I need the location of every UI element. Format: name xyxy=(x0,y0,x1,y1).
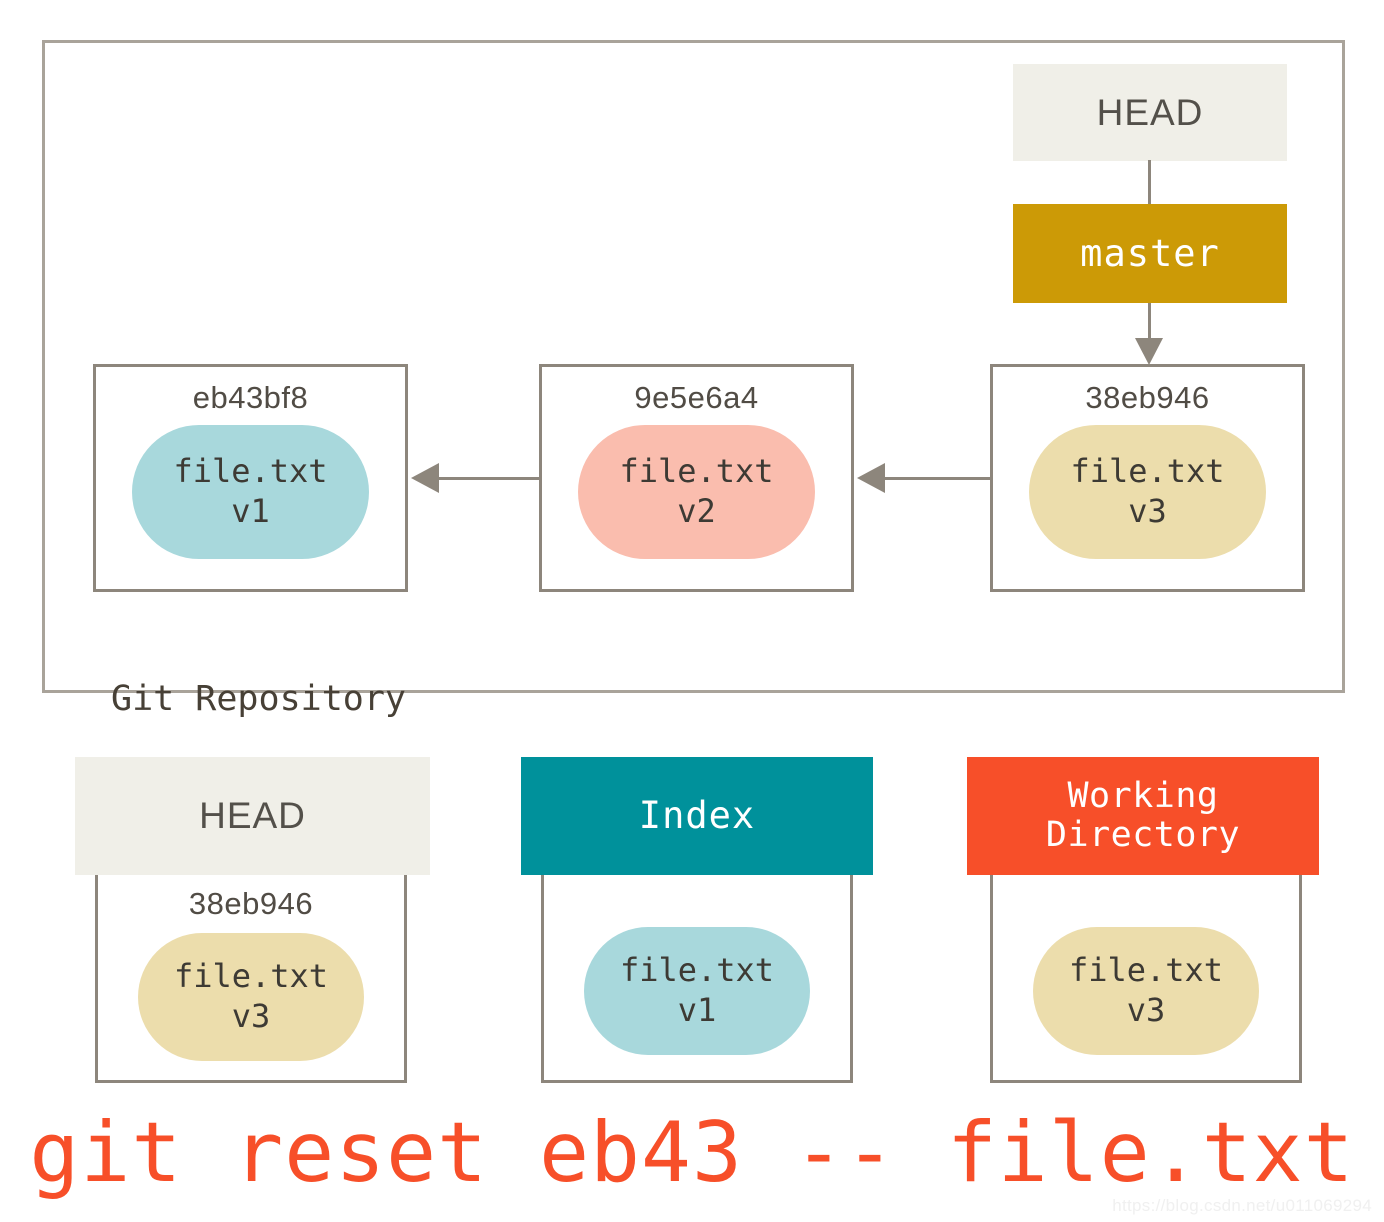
git-reset-diagram: Git Repository HEAD master eb43bf8 file.… xyxy=(0,0,1384,1222)
master-branch-label: master xyxy=(1080,232,1220,275)
area-body-index: file.txt v1 xyxy=(541,875,853,1083)
commit-box-9e5e6a4: 9e5e6a4 file.txt v2 xyxy=(539,364,854,592)
connector-master-to-commit xyxy=(1148,303,1151,341)
file-version: v1 xyxy=(677,991,717,1029)
file-version: v3 xyxy=(231,997,271,1036)
area-header-head: HEAD xyxy=(75,757,430,875)
area-header-label: HEAD xyxy=(199,795,306,837)
file-name: file.txt xyxy=(1068,951,1224,990)
area-header-index: Index xyxy=(521,757,873,875)
area-hash: 38eb946 xyxy=(188,886,314,921)
area-header-label: Index xyxy=(638,794,756,838)
area-body-working-directory: file.txt v3 xyxy=(990,875,1302,1083)
file-blob: file.txt v1 xyxy=(132,425,369,560)
watermark: https://blog.csdn.net/u011069294 xyxy=(1112,1196,1372,1215)
area-header-label: Working Directory xyxy=(1045,775,1241,855)
commit-hash: 9e5e6a4 xyxy=(634,380,759,415)
file-version: v3 xyxy=(1126,991,1166,1029)
git-repository-label: Git Repository xyxy=(111,679,407,719)
area-header-working-directory: Working Directory xyxy=(967,757,1319,875)
file-blob: file.txt v1 xyxy=(584,927,810,1055)
file-blob: file.txt v3 xyxy=(1029,425,1266,560)
head-pointer-box: HEAD xyxy=(1013,64,1287,161)
arrow-down-icon xyxy=(1135,338,1163,365)
file-name: file.txt xyxy=(619,951,775,990)
file-blob: file.txt v3 xyxy=(1033,927,1259,1055)
file-blob: file.txt v3 xyxy=(138,933,364,1062)
master-branch-box: master xyxy=(1013,204,1287,303)
commit-hash: eb43bf8 xyxy=(192,380,309,415)
file-blob: file.txt v2 xyxy=(578,425,815,560)
area-body-head: 38eb946 file.txt v3 xyxy=(95,875,407,1083)
connector-head-to-master xyxy=(1148,160,1151,206)
commit-hash: 38eb946 xyxy=(1085,380,1210,415)
file-version: v1 xyxy=(231,492,270,531)
file-version: v2 xyxy=(677,492,716,531)
arrow-left-icon xyxy=(411,463,439,493)
area-header-label-line1: Working xyxy=(1067,775,1219,816)
file-name: file.txt xyxy=(173,452,328,491)
file-name: file.txt xyxy=(173,957,329,996)
command-caption: git reset eb43 -- file.txt xyxy=(29,1104,1355,1201)
commit-box-38eb946: 38eb946 file.txt v3 xyxy=(990,364,1305,592)
file-name: file.txt xyxy=(1070,452,1225,491)
commit-box-eb43bf8: eb43bf8 file.txt v1 xyxy=(93,364,408,592)
head-pointer-label: HEAD xyxy=(1096,91,1204,133)
file-version: v3 xyxy=(1128,492,1167,531)
arrow-left-icon xyxy=(857,463,885,493)
file-name: file.txt xyxy=(619,452,774,491)
area-header-label-line2: Directory xyxy=(1045,815,1241,855)
